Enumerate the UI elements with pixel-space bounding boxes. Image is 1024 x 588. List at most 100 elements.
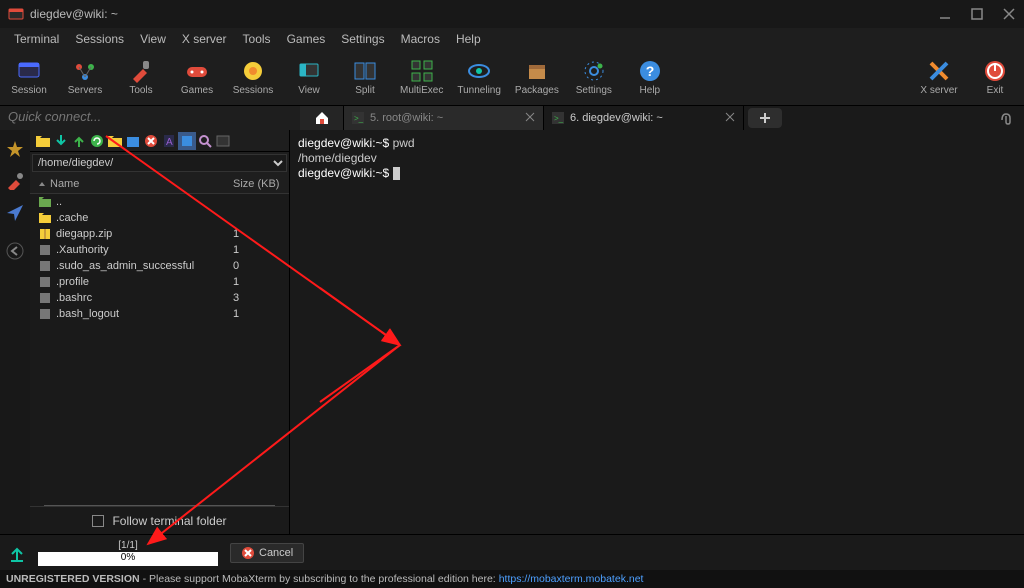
file-name: .sudo_as_admin_successful: [56, 260, 233, 272]
file-row[interactable]: ..: [30, 194, 289, 210]
file-list: ...cachediegapp.zip1.Xauthority1.sudo_as…: [30, 194, 289, 499]
file-icon: [38, 276, 52, 288]
svg-text:A: A: [166, 137, 173, 148]
path-select[interactable]: /home/diegdev/: [32, 154, 287, 172]
cancel-button[interactable]: Cancel: [230, 543, 304, 563]
terminal[interactable]: diegdev@wiki:~$ pwd/home/diegdevdiegdev@…: [290, 130, 1024, 534]
status-link[interactable]: https://mobaxterm.mobatek.net: [499, 573, 644, 585]
file-name: diegapp.zip: [56, 228, 233, 240]
titlebar: diegdev@wiki: ~: [0, 0, 1024, 28]
cancel-icon: [241, 546, 255, 560]
svg-text:>_: >_: [354, 114, 364, 123]
file-icon: [38, 308, 52, 320]
tunneling-button[interactable]: Tunneling: [457, 59, 501, 96]
sort-icon[interactable]: [38, 180, 46, 188]
settings-button[interactable]: Settings: [573, 59, 615, 96]
xserver-button[interactable]: X server: [918, 59, 960, 96]
delete-icon[interactable]: [142, 132, 160, 150]
tools-button[interactable]: Tools: [120, 59, 162, 96]
toolbar: Session Servers Tools Games Sessions Vie…: [0, 50, 1024, 106]
send-icon[interactable]: [6, 204, 24, 222]
quick-connect[interactable]: [0, 106, 300, 130]
paperclip-icon: [998, 110, 1014, 126]
star-icon[interactable]: [6, 140, 24, 158]
svg-text:>_: >_: [554, 114, 564, 123]
file-icon: [38, 228, 52, 240]
menu-xserver[interactable]: X server: [174, 30, 235, 48]
file-size: 1: [233, 308, 289, 320]
file-row[interactable]: .bash_logout1: [30, 306, 289, 322]
maximize-button[interactable]: [970, 7, 984, 21]
file-size: 1: [233, 244, 289, 256]
file-row[interactable]: .cache: [30, 210, 289, 226]
tab-add-button[interactable]: [748, 108, 782, 128]
file-row[interactable]: .Xauthority1: [30, 242, 289, 258]
upload-icon[interactable]: [70, 132, 88, 150]
file-row[interactable]: diegapp.zip1: [30, 226, 289, 242]
file-size: 1: [233, 228, 289, 240]
file-icon: [38, 212, 52, 224]
games-button[interactable]: Games: [176, 59, 218, 96]
close-button[interactable]: [1002, 7, 1016, 21]
file-icon: [38, 292, 52, 304]
file-size: 0: [233, 260, 289, 272]
plus-icon: [758, 111, 772, 125]
tab-close-icon[interactable]: [525, 112, 535, 125]
follow-checkbox[interactable]: [92, 515, 104, 527]
menu-view[interactable]: View: [132, 30, 174, 48]
servers-button[interactable]: Servers: [64, 59, 106, 96]
sessions-button[interactable]: Sessions: [232, 59, 274, 96]
menu-games[interactable]: Games: [279, 30, 334, 48]
attach-button[interactable]: [988, 106, 1024, 130]
multiexec-button[interactable]: MultiExec: [400, 59, 443, 96]
session-button[interactable]: Session: [8, 59, 50, 96]
tab-close-icon[interactable]: [725, 112, 735, 125]
menu-help[interactable]: Help: [448, 30, 489, 48]
newfolder-icon[interactable]: [106, 132, 124, 150]
menu-sessions[interactable]: Sessions: [67, 30, 132, 48]
search-icon[interactable]: [196, 132, 214, 150]
main-area: A /home/diegdev/ Name Size (KB) .. .cache…: [0, 130, 1024, 534]
tab-diegdev[interactable]: >_ 6. diegdev@wiki: ~: [544, 106, 744, 130]
properties-icon[interactable]: [178, 132, 196, 150]
menu-settings[interactable]: Settings: [333, 30, 392, 48]
home-icon[interactable]: [124, 132, 142, 150]
terminal-icon: >_: [552, 112, 564, 124]
file-row[interactable]: .bashrc3: [30, 290, 289, 306]
refresh-icon[interactable]: [88, 132, 106, 150]
menu-terminal[interactable]: Terminal: [6, 30, 67, 48]
file-icon: [38, 196, 52, 208]
quick-connect-input[interactable]: [8, 109, 292, 124]
file-name: .cache: [56, 212, 233, 224]
tab-root[interactable]: >_ 5. root@wiki: ~: [344, 106, 544, 130]
tools-icon[interactable]: [6, 172, 24, 190]
file-name: .bashrc: [56, 292, 233, 304]
menu-tools[interactable]: Tools: [235, 30, 279, 48]
file-size: 3: [233, 292, 289, 304]
file-size: 1: [233, 276, 289, 288]
file-row[interactable]: .profile1: [30, 274, 289, 290]
tab-label: 5. root@wiki: ~: [370, 112, 443, 124]
edit-icon[interactable]: A: [160, 132, 178, 150]
exit-button[interactable]: Exit: [974, 59, 1016, 96]
status-prefix: UNREGISTERED VERSION: [6, 573, 140, 585]
svg-text:?: ?: [646, 63, 655, 79]
download-icon[interactable]: [52, 132, 70, 150]
progress-bar: [1/1] 0%: [38, 540, 218, 566]
terminal-icon[interactable]: [214, 132, 232, 150]
view-button[interactable]: View: [288, 59, 330, 96]
menubar: Terminal Sessions View X server Tools Ga…: [0, 28, 1024, 50]
collapse-icon[interactable]: [6, 242, 24, 260]
follow-label: Follow terminal folder: [112, 514, 226, 528]
status-bar: UNREGISTERED VERSION - Please support Mo…: [0, 570, 1024, 588]
file-header: Name Size (KB): [30, 174, 289, 194]
tabs-row: >_ 5. root@wiki: ~ >_ 6. diegdev@wiki: ~: [0, 106, 1024, 130]
help-button[interactable]: ?Help: [629, 59, 671, 96]
menu-macros[interactable]: Macros: [393, 30, 448, 48]
packages-button[interactable]: Packages: [515, 59, 559, 96]
folder-up-icon[interactable]: [34, 132, 52, 150]
home-tab[interactable]: [300, 106, 344, 130]
file-row[interactable]: .sudo_as_admin_successful0: [30, 258, 289, 274]
split-button[interactable]: Split: [344, 59, 386, 96]
minimize-button[interactable]: [938, 7, 952, 21]
